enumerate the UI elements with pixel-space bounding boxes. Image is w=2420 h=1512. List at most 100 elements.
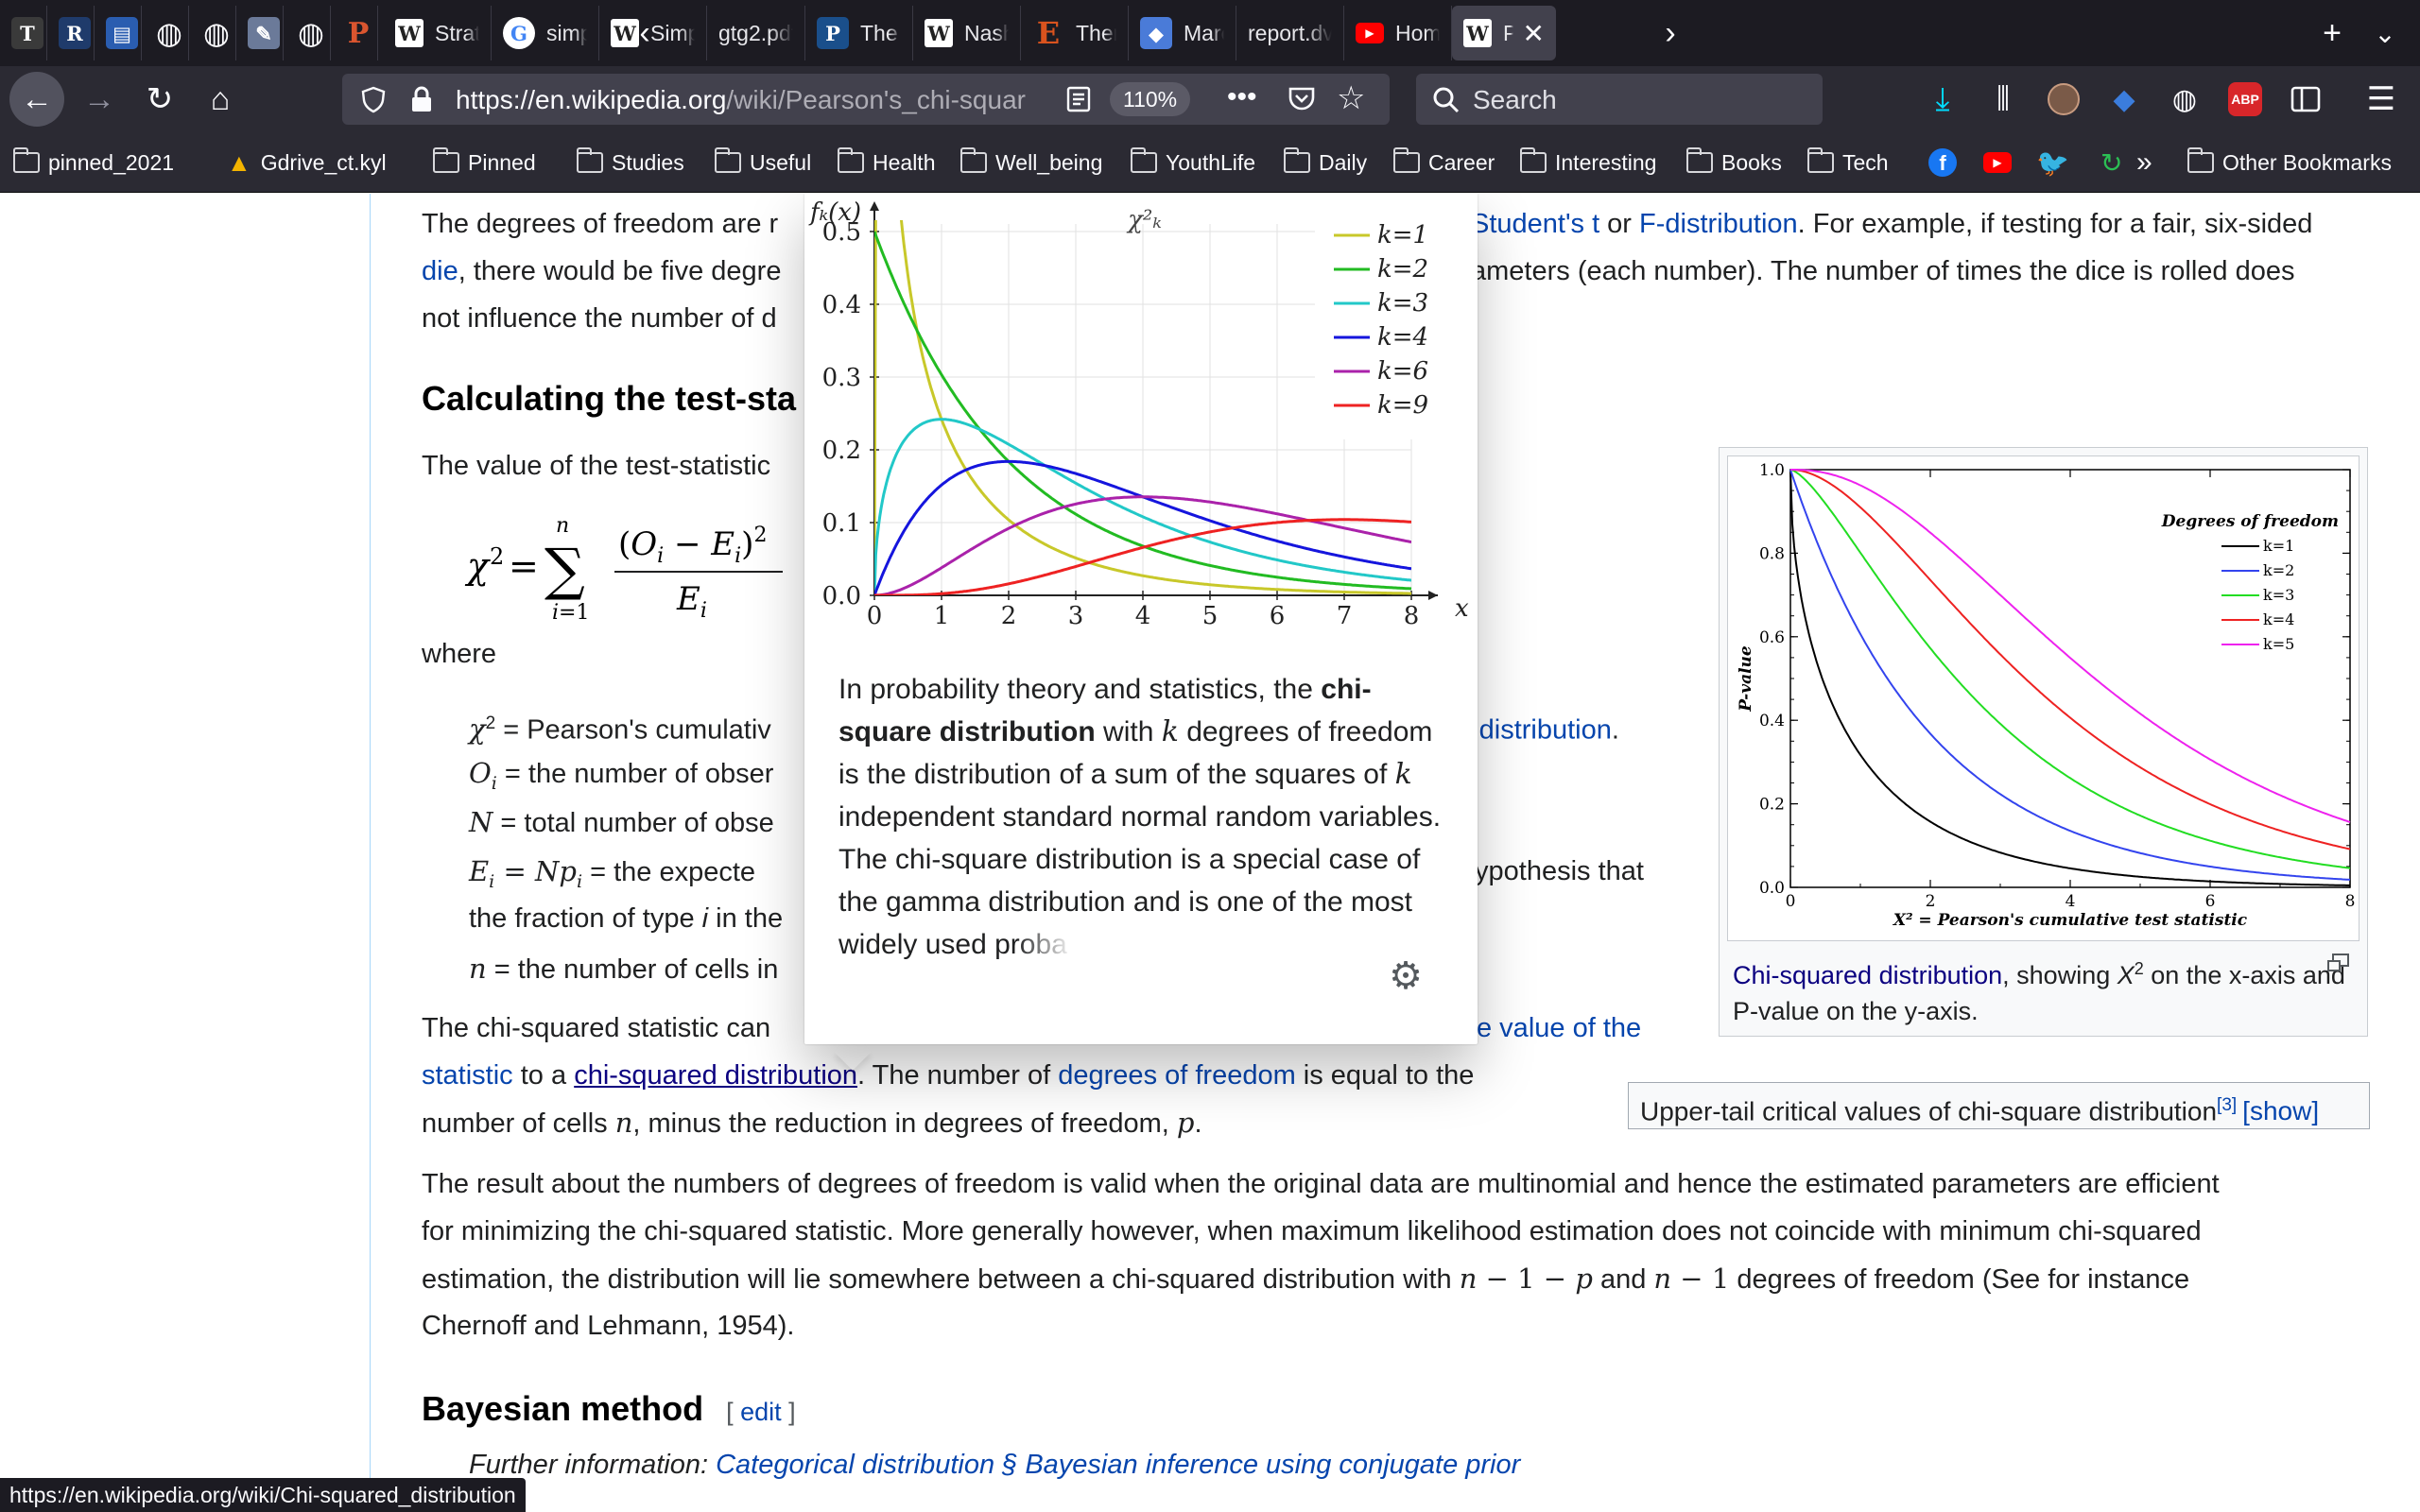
home-icon[interactable]: ⌂ (193, 72, 248, 127)
tab-scroll-right-icon[interactable]: › (1647, 8, 1694, 59)
tracking-shield-icon[interactable] (359, 85, 388, 113)
link-p-value[interactable]: e value of the (1477, 1013, 1641, 1043)
paragraph-line: statistic to a chi-squared distribution.… (422, 1060, 1475, 1091)
list-all-tabs-icon[interactable]: ⌄ (2361, 8, 2409, 59)
paragraph-line: not influence the number of d (422, 303, 777, 334)
library-icon[interactable]: ⫼ (1976, 72, 2031, 127)
new-tab-icon[interactable]: + (2308, 8, 2356, 59)
link-degrees-of-freedom[interactable]: degrees of freedom (1058, 1060, 1295, 1091)
bookmark-pinned[interactable]: Pinned (433, 147, 536, 178)
browser-tab[interactable]: report.dvi (1236, 6, 1344, 60)
url-text[interactable]: https://en.wikipedia.org/wiki/Pearson's_… (456, 85, 1080, 115)
bookmark-pinned-2021[interactable]: pinned_2021 (13, 147, 174, 178)
extension-globe-icon[interactable]: ◍ (2157, 72, 2212, 127)
link-f-distribution[interactable]: F-distribution (1639, 209, 1798, 239)
x-tick-label: 3 (1068, 602, 1084, 630)
link-students-t[interactable]: Student's t (1471, 209, 1599, 239)
bookmark-label: Other Bookmarks (2222, 149, 2392, 175)
forward-icon[interactable]: → (72, 72, 127, 127)
browser-tab[interactable]: W Strate (384, 6, 492, 60)
youtube-icon[interactable]: ▶ (1983, 147, 2012, 178)
bookmark-label: Interesting (1555, 149, 1657, 175)
legend-title: Degrees of freedom (2161, 512, 2339, 531)
browser-tab[interactable]: P The re (805, 6, 913, 60)
browser-tab[interactable]: ◍ (142, 6, 189, 60)
link-caption-chi-squared[interactable]: Chi-squared distribution (1733, 961, 2002, 989)
folder-icon (838, 147, 864, 173)
browser-tab[interactable]: ✎ (236, 6, 284, 60)
browser-tab[interactable]: W Nash e (913, 6, 1021, 60)
extension-icon[interactable]: ◆ (2097, 72, 2152, 127)
browser-tab[interactable]: gtg2.pdf (707, 6, 805, 60)
bookmark-star-icon[interactable]: ☆ (1337, 81, 1371, 115)
paragraph-line: The degrees of freedom are r (422, 209, 779, 239)
browser-tab[interactable]: R (47, 6, 95, 60)
zoom-level-button[interactable]: 110% (1110, 82, 1191, 116)
page-actions-icon[interactable]: ••• (1227, 83, 1261, 115)
bookmark-daily[interactable]: Daily (1284, 147, 1367, 178)
show-toggle-link[interactable]: [show] (2242, 1096, 2319, 1125)
app-menu-icon[interactable]: ☰ (2354, 72, 2409, 127)
profile-avatar-icon[interactable] (2036, 72, 2091, 127)
bookmark-tech[interactable]: Tech (1807, 147, 1889, 178)
link-statistic[interactable]: statistic (422, 1060, 513, 1091)
bookmark-interesting[interactable]: Interesting (1520, 147, 1656, 178)
edit-section-link[interactable]: [ edit ] (726, 1398, 796, 1426)
reload-icon[interactable]: ↻ (132, 72, 187, 127)
reader-view-icon[interactable] (1064, 85, 1093, 113)
url-bar[interactable]: https://en.wikipedia.org/wiki/Pearson's_… (342, 74, 1390, 125)
bookmark-other-bookmarks[interactable]: Other Bookmarks (2187, 147, 2392, 178)
browser-tab[interactable]: ◍ (284, 6, 331, 60)
bookmark-label: YouthLife (1166, 149, 1256, 175)
browser-tab[interactable]: Gsimple (492, 6, 599, 60)
more-bookmarks-icon[interactable]: » (2136, 146, 2152, 178)
bookmark-label: Studies (612, 149, 684, 175)
browser-tab[interactable]: ▤ (95, 6, 142, 60)
search-bar[interactable]: Search (1416, 74, 1823, 125)
svg-text:(Oi − Ei)2: (Oi − Ei)2 (618, 524, 767, 568)
browser-tab[interactable]: ◍ (189, 6, 236, 60)
svg-text:n: n (556, 514, 569, 538)
y-tick-label: 0.6 (1759, 628, 1785, 647)
adblock-plus-icon[interactable]: ABP (2218, 72, 2273, 127)
enlarge-icon[interactable] (2326, 953, 2351, 975)
twitter-icon[interactable]: 🐦 (2036, 147, 2069, 178)
refresh-extension-icon[interactable]: ↻ (2100, 147, 2122, 178)
reference-link[interactable]: [3] (2217, 1095, 2237, 1115)
close-tab-icon[interactable]: ✕ (1523, 18, 1545, 49)
facebook-icon[interactable]: f (1928, 147, 1957, 178)
bookmark-youthlife[interactable]: YouthLife (1131, 147, 1255, 178)
svg-text:χ: χ (464, 545, 491, 587)
p-value-chart[interactable]: 0 2 4 6 8 0.0 0.2 0.4 0.6 0.8 1.0 X² = Pearson's cu… (1727, 455, 2360, 941)
link-chi-squared-distribution[interactable]: chi-squared distribution (574, 1060, 857, 1091)
paragraph-line: estimation, the distribution will lie so… (422, 1263, 2190, 1295)
downloads-icon[interactable]: ⤓ (1915, 72, 1970, 127)
wikipedia-icon: W (925, 19, 953, 47)
bookmark-useful[interactable]: Useful (715, 147, 811, 178)
bookmark-career[interactable]: Career (1393, 147, 1495, 178)
bookmark-studies[interactable]: Studies (577, 147, 684, 178)
bookmark-health[interactable]: Health (838, 147, 935, 178)
browser-tab[interactable]: W Pe ✕ (1452, 6, 1556, 60)
link-die[interactable]: die (422, 256, 458, 286)
legend-label: k=4 (2263, 610, 2294, 628)
x-axis-label: x (1455, 594, 1469, 623)
padlock-icon[interactable] (408, 85, 435, 113)
link-distribution[interactable]: distribution (1479, 715, 1612, 746)
pocket-icon[interactable] (1286, 83, 1318, 115)
sidebar-toggle-icon[interactable] (2278, 72, 2333, 127)
link-categorical-distribution[interactable]: Categorical distribution § Bayesian infe… (716, 1450, 1520, 1480)
bookmark-books[interactable]: Books (1686, 147, 1782, 178)
tab-scroll-left-icon[interactable]: ‹ (624, 8, 666, 59)
page-preview-popup[interactable]: 0 1 2 3 4 5 6 7 8 0.0 0.1 0.2 0.3 0.4 0.5 χ²ₖ x fₖ(x) k=1 k… (804, 194, 1478, 1044)
browser-tab[interactable]: E Therm (1021, 6, 1129, 60)
browser-tab[interactable]: ◆ Marce (1129, 6, 1236, 60)
browser-tab[interactable]: P (331, 6, 378, 60)
browser-tab[interactable]: ▶ Homo (1344, 6, 1452, 60)
bookmark-well-being[interactable]: Well_being (960, 147, 1102, 178)
gear-icon[interactable]: ⚙ (1387, 957, 1425, 995)
browser-tab[interactable]: T (0, 6, 47, 60)
bookmark-gdrive[interactable]: ▲ Gdrive_ct.kyl (227, 147, 387, 178)
google-icon: G (503, 17, 535, 49)
back-icon[interactable]: ← (9, 72, 64, 127)
